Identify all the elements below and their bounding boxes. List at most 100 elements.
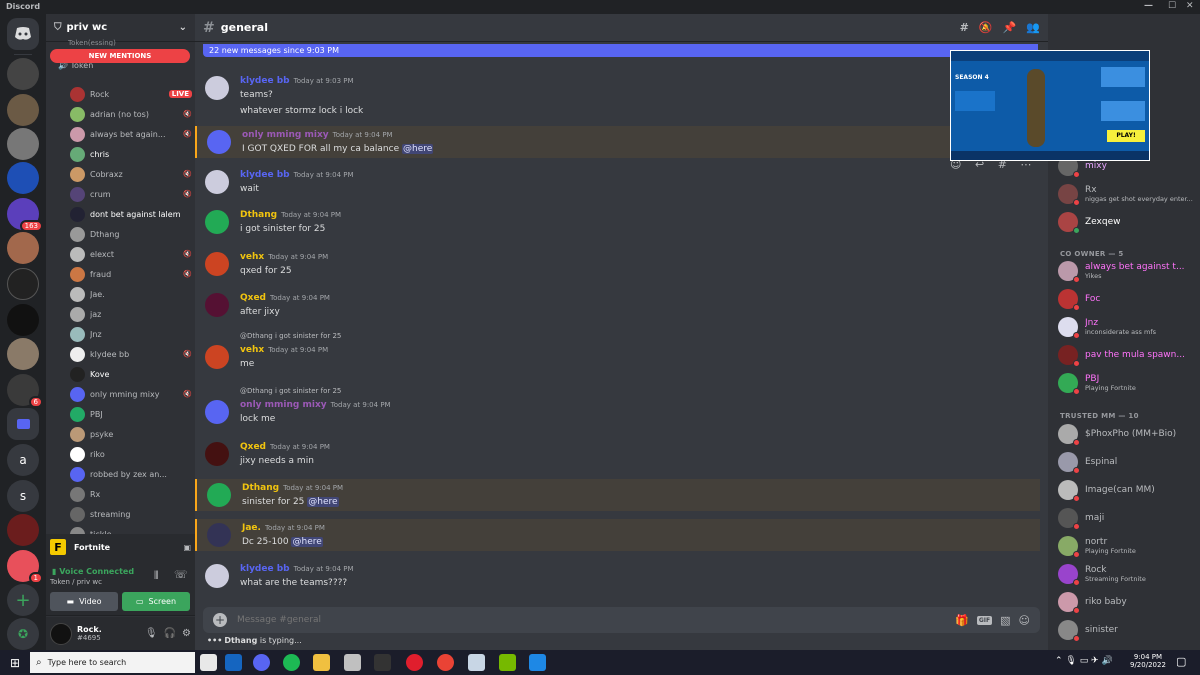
message[interactable]: only mming mixy Today at 9:04 PM I GOT QXE… — [195, 126, 1040, 158]
voice-user[interactable]: streaming — [70, 505, 192, 523]
voice-user[interactable]: fraud 🔇 — [70, 265, 192, 283]
discord-taskbar-icon[interactable] — [253, 654, 270, 671]
clock[interactable]: 9:04 PM 9/20/2022 — [1130, 653, 1166, 669]
server-icon[interactable]: 6 — [7, 374, 43, 408]
notifications-icon[interactable]: ▢ — [1176, 655, 1186, 668]
explore-servers-icon[interactable]: ✪ — [7, 618, 39, 650]
server-letter-a[interactable]: a — [7, 444, 39, 476]
message-author[interactable]: only mming mixy Today at 9:04 PM — [240, 400, 391, 410]
epic-games-icon[interactable] — [374, 654, 391, 671]
video-button[interactable]: ▬ Video — [50, 592, 118, 611]
screen-button[interactable]: ▭ Screen — [122, 592, 190, 611]
member-item[interactable]: maji — [1058, 505, 1198, 531]
server-icon[interactable] — [7, 304, 39, 336]
reply-reference[interactable]: @Dthang i got sinister for 25 — [240, 387, 341, 395]
avatar[interactable] — [207, 483, 231, 507]
voice-user[interactable]: Jnz — [70, 325, 192, 343]
message[interactable]: klydee bb Today at 9:04 PM what are the te… — [195, 560, 1040, 592]
threads-icon[interactable]: # — [960, 21, 969, 34]
message-author[interactable]: Jae. Today at 9:04 PM — [242, 523, 325, 533]
sticker-icon[interactable]: ▧ — [1000, 614, 1010, 627]
voice-channel-path[interactable]: Token / priv wc — [50, 578, 102, 586]
avatar[interactable] — [205, 345, 229, 369]
message[interactable]: @Dthang i got sinister for 25 only mming … — [195, 384, 1040, 428]
message[interactable]: Dthang Today at 9:04 PM i got sinister for… — [195, 206, 1040, 238]
member-item[interactable]: pav the mula spawn... — [1058, 342, 1198, 368]
minimize-icon[interactable]: — — [1144, 1, 1153, 11]
avatar[interactable] — [205, 170, 229, 194]
server-icon[interactable] — [7, 338, 39, 370]
voice-user[interactable]: psyke — [70, 425, 192, 443]
voice-user[interactable]: dont bet against lalem — [70, 205, 192, 223]
server-icon[interactable] — [7, 94, 39, 126]
taskbar-app-icon[interactable] — [200, 654, 217, 671]
server-icon[interactable] — [7, 128, 39, 160]
attach-plus-icon[interactable]: + — [213, 613, 227, 627]
file-explorer-icon[interactable] — [313, 654, 330, 671]
avatar[interactable] — [205, 76, 229, 100]
voice-user[interactable]: Jae. — [70, 285, 192, 303]
member-item[interactable]: Rx niggas get shot everyday enter... — [1058, 181, 1198, 207]
taskbar-app-icon[interactable] — [529, 654, 546, 671]
server-icon[interactable] — [7, 268, 39, 300]
message[interactable]: vehx Today at 9:04 PM qxed for 25 — [195, 248, 1040, 280]
voice-user[interactable]: klydee bb 🔇 — [70, 345, 192, 363]
new-messages-bar[interactable]: 22 new messages since 9:03 PM — [203, 44, 1038, 57]
avatar[interactable] — [205, 293, 229, 317]
server-icon[interactable]: 1 — [7, 550, 43, 584]
server-header[interactable]: ⛉ priv wc ⌄ — [46, 14, 195, 42]
message[interactable]: Dthang Today at 9:04 PM sinister for 25 @h… — [195, 479, 1040, 511]
voice-user[interactable]: adrian (no tos) 🔇 — [70, 105, 192, 123]
voice-status[interactable]: Voice Connected — [59, 567, 134, 576]
windows-start-icon[interactable]: ⊞ — [10, 656, 20, 670]
spotify-icon[interactable] — [283, 654, 300, 671]
new-mentions-button[interactable]: NEW MENTIONS — [50, 49, 190, 63]
avatar[interactable] — [50, 622, 72, 645]
maximize-icon[interactable]: ☐ — [1168, 1, 1176, 11]
message-author[interactable]: only mming mixy Today at 9:04 PM — [242, 130, 393, 140]
avatar[interactable] — [205, 442, 229, 466]
noise-suppression-icon[interactable]: ⫴ — [154, 569, 159, 583]
close-icon[interactable]: ✕ — [1186, 1, 1194, 11]
voice-user[interactable]: Rock LIVE — [70, 85, 192, 103]
voice-user[interactable]: Rx — [70, 485, 192, 503]
mention[interactable]: @here — [291, 537, 323, 547]
mention[interactable]: @here — [307, 497, 339, 507]
nvidia-icon[interactable] — [499, 654, 516, 671]
voice-user[interactable]: crum 🔇 — [70, 185, 192, 203]
member-item[interactable]: riko baby — [1058, 589, 1198, 615]
stream-preview[interactable]: SEASON 4 PLAY! — [950, 50, 1150, 161]
pin-icon[interactable]: 📌 — [1003, 21, 1017, 34]
server-icon[interactable]: 163 — [7, 198, 43, 232]
avatar[interactable] — [207, 130, 231, 154]
taskbar-app-icon[interactable] — [344, 654, 361, 671]
member-item[interactable]: Rock Streaming Fortnite — [1058, 561, 1198, 587]
voice-user[interactable]: Dthang — [70, 225, 192, 243]
member-item[interactable]: $PhoxPho (MM+Bio) — [1058, 421, 1198, 447]
taskbar-app-icon[interactable] — [225, 654, 242, 671]
voice-user[interactable]: riko — [70, 445, 192, 463]
chrome-icon[interactable] — [437, 654, 454, 671]
headphones-icon[interactable]: 🎧 — [164, 628, 176, 639]
member-item[interactable]: Foc — [1058, 286, 1198, 312]
message[interactable]: klydee bb Today at 9:04 PM wait — [195, 166, 1040, 198]
message-author[interactable]: Qxed Today at 9:04 PM — [240, 293, 330, 303]
voice-user[interactable]: elexct 🔇 — [70, 245, 192, 263]
server-icon[interactable] — [7, 58, 39, 90]
message[interactable]: Qxed Today at 9:04 PM jixy needs a min — [195, 438, 1040, 470]
system-tray-icons[interactable]: ⌃ 🎙 ▭ ✈ 🔊 — [1055, 656, 1113, 666]
avatar[interactable] — [207, 523, 231, 547]
discord-home-icon[interactable] — [7, 18, 39, 50]
message-author[interactable]: klydee bb Today at 9:04 PM — [240, 564, 354, 574]
voice-user[interactable]: robbed by zex an... — [70, 465, 192, 483]
voice-user[interactable]: PBJ — [70, 405, 192, 423]
server-icon[interactable] — [7, 514, 39, 546]
member-item[interactable]: nortr Playing Fortnite — [1058, 533, 1198, 559]
server-icon[interactable] — [7, 232, 39, 264]
opera-icon[interactable] — [406, 654, 423, 671]
voice-user[interactable]: only mming mixy 🔇 — [70, 385, 192, 403]
voice-channel-cut[interactable]: Token(essing) — [68, 39, 116, 46]
message-author[interactable]: klydee bb Today at 9:04 PM — [240, 170, 354, 180]
message[interactable]: Jae. Today at 9:04 PM Dc 25-100 @here — [195, 519, 1040, 551]
avatar[interactable] — [205, 400, 229, 424]
